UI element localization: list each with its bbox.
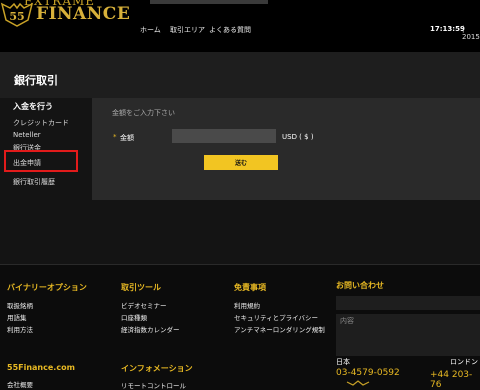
- footer-link[interactable]: 利用方法: [7, 324, 33, 334]
- footer-link[interactable]: ビデオセミナー: [121, 300, 167, 310]
- footer-link[interactable]: セキュリティとプライバシー: [234, 312, 318, 322]
- footer-heading-company: 55Finance.com: [7, 363, 75, 372]
- nav-faq[interactable]: よくある質問: [209, 25, 251, 35]
- nav-trading-area[interactable]: 取引エリア: [170, 25, 205, 35]
- footer-heading-tools: 取引ツール: [121, 283, 161, 292]
- footer-link[interactable]: 利用規約: [234, 300, 260, 310]
- clock: 17:13:59: [430, 25, 465, 33]
- amount-label: 金額: [120, 134, 134, 142]
- currency-unit: USD ( $ ): [282, 133, 314, 141]
- footer-link[interactable]: 口座種類: [121, 312, 147, 322]
- sidebar-heading: 入金を行う: [13, 102, 53, 111]
- clock-date: | 2015: [462, 25, 480, 41]
- required-mark: *: [113, 133, 117, 141]
- footer-divider: [0, 264, 480, 265]
- contact-japan-label: 日本: [336, 358, 350, 366]
- submit-button[interactable]: 送む: [204, 155, 278, 170]
- footer-link[interactable]: 経済指数カレンダー: [121, 324, 180, 334]
- footer-link[interactable]: 会社概要: [7, 379, 33, 389]
- footer-heading-disclaimer: 免責事項: [234, 283, 266, 292]
- footer-link[interactable]: 用語集: [7, 312, 27, 322]
- footer-link[interactable]: 取扱銘柄: [7, 300, 33, 310]
- site-logo[interactable]: 55 EXTRAME FINANCE: [0, 0, 140, 52]
- top-divider: [150, 0, 268, 4]
- footer-link[interactable]: アンチマネーロンダリング規制: [234, 324, 325, 334]
- footer-heading-binary: バイナリーオプション: [7, 283, 87, 292]
- nav-home[interactable]: ホーム: [140, 25, 161, 35]
- contact-message-field[interactable]: [336, 314, 480, 356]
- logo-badge-text: 55: [9, 10, 24, 23]
- sidebar-item-neteller[interactable]: Neteller: [13, 131, 41, 139]
- footer-logo-icon: [346, 380, 370, 386]
- form-hint: 金額をご入力下さい: [112, 109, 175, 117]
- footer-heading-info: インフォメーション: [121, 364, 193, 373]
- contact-message-placeholder: 内容: [340, 317, 354, 325]
- sidebar-item-history[interactable]: 銀行取引履歴: [13, 177, 55, 187]
- contact-japan-phone[interactable]: 03-4579-0592: [336, 368, 400, 378]
- logo-name: FINANCE: [36, 4, 131, 24]
- sidebar-item-withdrawal[interactable]: 出金申請: [13, 158, 41, 168]
- page-title: 銀行取引: [14, 74, 58, 87]
- contact-london-phone[interactable]: +44 203-76: [430, 370, 480, 390]
- footer-link[interactable]: リモートコントロール: [121, 380, 186, 390]
- footer-heading-contact: お問い合わせ: [336, 281, 384, 290]
- contact-name-field[interactable]: [336, 296, 480, 310]
- page-title-band: [0, 52, 480, 98]
- amount-input[interactable]: [172, 129, 276, 143]
- contact-london-label: ロンドン: [450, 358, 478, 366]
- sidebar-item-credit-card[interactable]: クレジットカード: [13, 118, 69, 128]
